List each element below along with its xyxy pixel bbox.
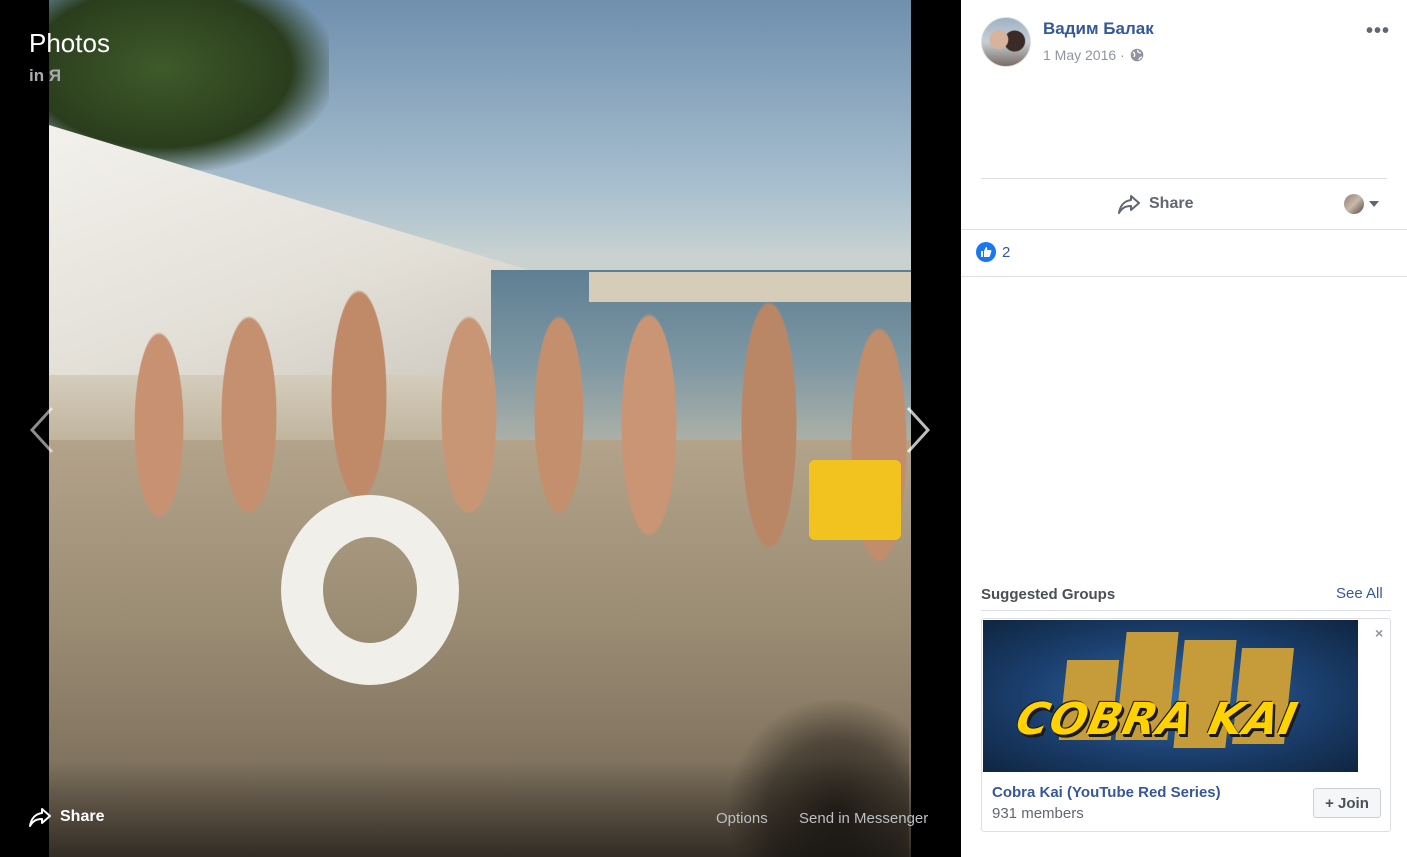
divider (981, 178, 1387, 179)
group-cover-image[interactable]: COBRA KAI (983, 620, 1358, 772)
post-date[interactable]: 1 May 2016 · (1043, 47, 1125, 63)
more-options-button[interactable]: ••• (1366, 20, 1390, 43)
share-arrow-icon (1118, 195, 1140, 214)
avatar (1344, 194, 1364, 214)
like-count: 2 (1002, 243, 1011, 261)
photo-bottom-fade (49, 760, 911, 857)
post-as-selector[interactable] (1344, 194, 1379, 214)
chevron-right-icon (906, 406, 931, 454)
photo-yellow-shorts (809, 460, 901, 540)
divider (961, 276, 1407, 277)
share-button[interactable]: Share (1117, 193, 1193, 215)
post-meta: 1 May 2016 · (1043, 47, 1154, 63)
globe-icon[interactable] (1130, 48, 1144, 62)
share-arrow-icon (29, 808, 51, 827)
chevron-down-icon (1369, 201, 1379, 207)
viewer-title: Photos (29, 28, 110, 58)
suggested-group-card: COBRA KAI × Cobra Kai (YouTube Red Serie… (981, 618, 1391, 832)
see-all-link[interactable]: See All (1336, 585, 1383, 602)
post-author: Вадим Балак 1 May 2016 · (981, 17, 1154, 67)
photo-viewer: Photos in Я Share Options Send in Messen… (0, 0, 961, 857)
photo-people (89, 195, 909, 675)
send-in-messenger-link[interactable]: Send in Messenger (799, 810, 928, 827)
group-member-count: 931 members (992, 805, 1084, 822)
options-link[interactable]: Options (716, 810, 768, 827)
album-link[interactable]: in Я (29, 66, 61, 86)
reactions-summary[interactable]: 2 (976, 242, 1010, 262)
post-panel: Вадим Балак 1 May 2016 · ••• Share 2 Sug… (961, 0, 1407, 857)
divider (981, 610, 1391, 611)
suggested-groups-title: Suggested Groups (981, 586, 1116, 603)
join-group-button[interactable]: + Join (1313, 788, 1381, 818)
author-name-link[interactable]: Вадим Балак (1043, 19, 1154, 39)
share-label: Share (1149, 195, 1194, 212)
share-row: Share (961, 180, 1407, 228)
main-photo[interactable] (49, 0, 911, 857)
like-icon (976, 242, 996, 262)
photo-life-ring (281, 495, 459, 685)
group-logo-text: COBRA KAI (1011, 694, 1303, 745)
author-text: Вадим Балак 1 May 2016 · (1043, 17, 1154, 67)
avatar[interactable] (981, 17, 1031, 67)
close-icon[interactable]: × (1375, 625, 1383, 641)
previous-photo-button[interactable] (22, 400, 62, 460)
viewer-share-button[interactable]: Share (28, 806, 104, 828)
next-photo-button[interactable] (898, 400, 938, 460)
chevron-left-icon (29, 406, 54, 454)
divider (961, 229, 1407, 230)
viewer-share-label: Share (60, 808, 105, 825)
group-name-link[interactable]: Cobra Kai (YouTube Red Series) (992, 784, 1221, 801)
